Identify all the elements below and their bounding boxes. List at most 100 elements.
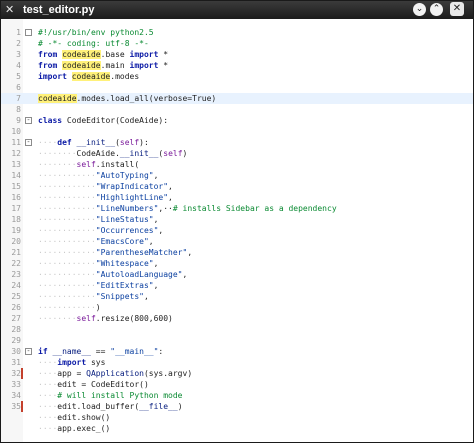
code-line[interactable]: 15 ············"WrapIndicator", [1, 181, 473, 192]
code-token: # -*- coding: utf-8 -*- [38, 39, 149, 48]
code-line[interactable]: 23 ············"AutoloadLanguage", [1, 269, 473, 280]
code-token: __file__ [139, 402, 178, 411]
code-token: "LineNumbers" [95, 204, 159, 213]
code-token: __init__ [119, 149, 159, 158]
code-token: ) [95, 303, 101, 312]
line-code: ····edit.load_buffer(__file__) [38, 401, 183, 412]
code-line[interactable]: 6 [1, 82, 473, 93]
code-editor[interactable]: 1 #!/usr/bin/env python2.5 2 # -*- coding: … [1, 19, 473, 442]
code-token: codeaide [62, 50, 101, 59]
fold-toggle-icon[interactable]: - [25, 348, 32, 355]
change-marker [21, 401, 23, 412]
code-line[interactable]: 31 ····import sys [1, 357, 473, 368]
code-lines[interactable]: 1 #!/usr/bin/env python2.5 2 # -*- coding: … [1, 27, 473, 434]
code-token: "ParentheseMatcher" [95, 248, 188, 257]
line-number: 32 [11, 369, 21, 378]
code-line[interactable]: 32 ····app = QApplication(sys.argv) [1, 368, 473, 379]
code-line[interactable]: 17 ············"LineNumbers",··# installs… [1, 203, 473, 214]
line-number: 4 [16, 61, 21, 70]
minimize-button[interactable]: ⌄ [413, 3, 426, 16]
code-token: __init__ [76, 138, 116, 147]
change-marker [21, 368, 23, 379]
code-line[interactable]: 3 from codeaide.base import * [1, 49, 473, 60]
code-line[interactable]: 18 ············"LineStatus", [1, 214, 473, 225]
code-token: , [168, 193, 173, 202]
code-line[interactable]: 8 [1, 104, 473, 115]
code-line[interactable]: ····edit.show() [1, 412, 473, 423]
code-line[interactable]: 29 [1, 335, 473, 346]
line-number: 22 [11, 259, 21, 268]
code-token: ············ [38, 204, 96, 213]
code-line[interactable]: 21 ············"ParentheseMatcher", [1, 247, 473, 258]
code-line[interactable]: 28 [1, 324, 473, 335]
code-line[interactable]: 12 ········CodeAide.__init__(self) [1, 148, 473, 159]
code-line[interactable]: 30- if __name__ == "__main__": [1, 346, 473, 357]
code-token: ···· [38, 358, 58, 367]
line-code: from codeaide.main import * [38, 60, 168, 71]
line-number: 9 [16, 116, 21, 125]
fold-toggle-icon[interactable]: - [25, 117, 32, 124]
code-token: ········ [38, 160, 77, 169]
code-line[interactable]: 26 ············) [1, 302, 473, 313]
code-line[interactable]: 2 # -*- coding: utf-8 -*- [1, 38, 473, 49]
code-token: def [57, 138, 77, 147]
close-button[interactable]: ✕ [450, 2, 464, 16]
code-token: "WrapIndicator" [95, 182, 169, 191]
code-token: , [153, 281, 159, 290]
code-line[interactable]: 11- ····def __init__(self): [1, 137, 473, 148]
code-line[interactable]: 35 ····edit.load_buffer(__file__) [1, 401, 473, 412]
code-token: "Whitespace" [95, 259, 154, 268]
code-token: ············ [38, 292, 96, 301]
code-line[interactable]: 1 #!/usr/bin/env python2.5 [1, 27, 473, 38]
fold-toggle-icon[interactable] [25, 29, 32, 36]
code-token: "EditExtras" [95, 281, 154, 290]
line-code: ············) [38, 302, 101, 313]
code-token: from [38, 50, 63, 59]
code-token: class [38, 116, 67, 125]
line-number: 29 [11, 336, 21, 345]
code-line[interactable]: 16 ············"HighlightLine", [1, 192, 473, 203]
code-line[interactable]: 5 import codeaide.modes [1, 71, 473, 82]
line-code: codeaide.modes.load_all(verbose=True) [38, 93, 216, 104]
code-token: (sys.argv) [143, 369, 193, 378]
x-logo-icon[interactable]: ✕ [5, 4, 17, 16]
line-number: 6 [16, 83, 21, 92]
code-token: * [158, 50, 169, 59]
code-line[interactable]: 4 from codeaide.main import * [1, 60, 473, 71]
code-line[interactable]: 33 ····edit = CodeEditor() [1, 379, 473, 390]
code-line[interactable]: 13 ········self.install( [1, 159, 473, 170]
code-token: "Snippets" [95, 292, 144, 301]
code-token: , [153, 171, 159, 180]
line-code: ············"LineStatus", [38, 214, 158, 225]
code-line[interactable]: 34 ····# will install Python mode [1, 390, 473, 401]
code-line[interactable]: 19 ············"Occurrences", [1, 225, 473, 236]
line-number: 8 [16, 105, 21, 114]
code-token: import [38, 72, 72, 81]
line-code: ····edit.show() [38, 412, 110, 423]
line-code: ············"HighlightLine", [38, 192, 173, 203]
code-token: ···· [38, 413, 58, 422]
line-number: 27 [11, 314, 21, 323]
code-line[interactable]: ····app.exec_() [1, 423, 473, 434]
line-number: 21 [11, 248, 21, 257]
code-line[interactable]: 9- class CodeEditor(CodeAide): [1, 115, 473, 126]
code-token: ············ [38, 270, 96, 279]
code-line[interactable]: 22 ············"Whitespace", [1, 258, 473, 269]
maximize-button[interactable]: ⌃ [430, 3, 443, 16]
line-code: ············"AutoTyping", [38, 170, 158, 181]
line-number: 18 [11, 215, 21, 224]
code-line[interactable]: 20 ············"EmacsCore", [1, 236, 473, 247]
code-line[interactable]: 7 codeaide.modes.load_all(verbose=True) [1, 93, 473, 104]
code-line[interactable]: 14 ············"AutoTyping", [1, 170, 473, 181]
code-token: ············ [38, 193, 96, 202]
fold-toggle-icon[interactable]: - [25, 139, 32, 146]
code-line[interactable]: 27 ········self.resize(800,600) [1, 313, 473, 324]
code-token: ,·· [158, 204, 173, 213]
title-bar[interactable]: ✕ test_editor.py ⌄ ⌃ ✕ [1, 1, 473, 19]
code-token: ···· [38, 424, 58, 433]
line-number: 25 [11, 292, 21, 301]
code-line[interactable]: 24 ············"EditExtras", [1, 280, 473, 291]
code-line[interactable]: 10 [1, 126, 473, 137]
code-token: import [57, 358, 91, 367]
code-line[interactable]: 25 ············"Snippets", [1, 291, 473, 302]
